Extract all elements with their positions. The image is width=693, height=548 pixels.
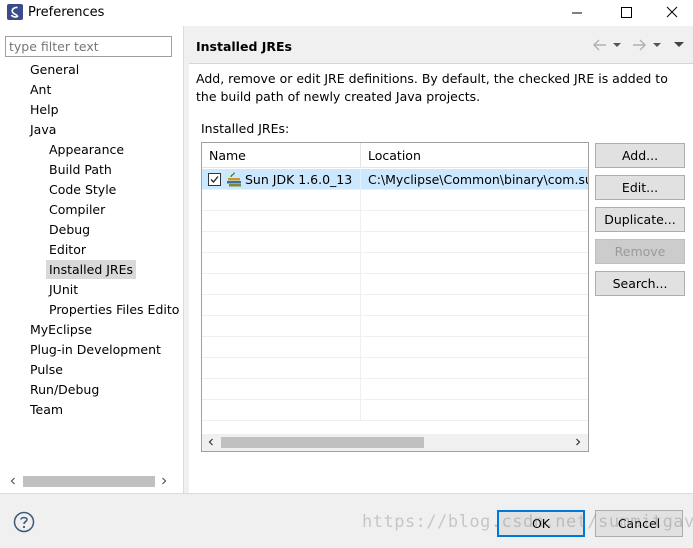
maximize-icon[interactable] bbox=[603, 0, 649, 26]
sidebar-item-code-style[interactable]: Code Style bbox=[46, 180, 119, 199]
sidebar-item-compiler[interactable]: Compiler bbox=[46, 200, 108, 219]
help-icon[interactable] bbox=[13, 511, 35, 533]
back-arrow-icon[interactable] bbox=[592, 38, 608, 52]
dialog-button-bar: OK Cancel https://blog.csdn.net/summitga… bbox=[0, 493, 693, 548]
column-header-location[interactable]: Location bbox=[361, 143, 588, 168]
sidebar-item-general[interactable]: General bbox=[27, 60, 82, 79]
jre-name: Sun JDK 1.6.0_13 bbox=[245, 172, 353, 187]
table-horizontal-scrollbar[interactable] bbox=[202, 434, 588, 451]
remove-button[interactable]: Remove bbox=[595, 239, 685, 264]
empty-row bbox=[202, 232, 588, 253]
sidebar-item-properties-files-edito[interactable]: Properties Files Edito bbox=[46, 300, 182, 319]
sidebar-item-run-debug[interactable]: Run/Debug bbox=[27, 380, 102, 399]
jre-library-icon bbox=[227, 172, 241, 187]
empty-row bbox=[202, 358, 588, 379]
empty-row bbox=[202, 337, 588, 358]
filter-input[interactable] bbox=[5, 36, 172, 57]
sidebar-item-team[interactable]: Team bbox=[27, 400, 66, 419]
watermark: https://blog.csdn.net/summitgava bbox=[362, 512, 693, 532]
column-separator bbox=[360, 169, 361, 190]
scroll-left-icon[interactable] bbox=[205, 436, 217, 448]
empty-row bbox=[202, 211, 588, 232]
checkmark-icon bbox=[210, 176, 219, 183]
table-row[interactable]: Sun JDK 1.6.0_13 C:\Myclipse\Common\bina… bbox=[202, 169, 588, 190]
sidebar-item-build-path[interactable]: Build Path bbox=[46, 160, 115, 179]
installed-jres-label: Installed JREs: bbox=[201, 121, 290, 136]
search-button[interactable]: Search... bbox=[595, 271, 685, 296]
sidebar-item-editor[interactable]: Editor bbox=[46, 240, 89, 259]
empty-row bbox=[202, 400, 588, 421]
sidebar-item-appearance[interactable]: Appearance bbox=[46, 140, 127, 159]
page-title: Installed JREs bbox=[196, 39, 293, 54]
back-dropdown-icon[interactable] bbox=[612, 38, 622, 52]
close-icon[interactable] bbox=[649, 0, 693, 26]
empty-row bbox=[202, 379, 588, 400]
sidebar-item-debug[interactable]: Debug bbox=[46, 220, 93, 239]
sidebar-item-installed-jres[interactable]: Installed JREs bbox=[46, 260, 137, 279]
preference-page: Installed JREs Add, remove or edit JRE d… bbox=[189, 26, 693, 493]
view-menu-icon[interactable] bbox=[673, 38, 685, 52]
sidebar-item-help[interactable]: Help bbox=[27, 100, 62, 119]
empty-row bbox=[202, 253, 588, 274]
scroll-left-icon[interactable] bbox=[7, 475, 19, 487]
forward-dropdown-icon[interactable] bbox=[652, 38, 662, 52]
window-title: Preferences bbox=[28, 5, 105, 20]
scroll-right-icon[interactable] bbox=[572, 436, 584, 448]
forward-arrow-icon[interactable] bbox=[631, 38, 647, 52]
add-button[interactable]: Add... bbox=[595, 143, 685, 168]
duplicate-button[interactable]: Duplicate... bbox=[595, 207, 685, 232]
title-bar: Preferences bbox=[0, 0, 693, 26]
empty-row bbox=[202, 190, 588, 211]
empty-row bbox=[202, 295, 588, 316]
scrollbar-thumb[interactable] bbox=[221, 437, 424, 448]
empty-row bbox=[202, 316, 588, 337]
jre-checkbox[interactable] bbox=[208, 173, 221, 186]
page-description: Add, remove or edit JRE definitions. By … bbox=[196, 71, 668, 104]
sidebar-item-plug-in-development[interactable]: Plug-in Development bbox=[27, 340, 164, 359]
minimize-icon[interactable] bbox=[553, 0, 599, 26]
edit-button[interactable]: Edit... bbox=[595, 175, 685, 200]
preferences-navigation: GeneralAntHelpJavaAppearanceBuild PathCo… bbox=[0, 26, 183, 493]
sidebar-item-myeclipse[interactable]: MyEclipse bbox=[27, 320, 95, 339]
sidebar-item-java[interactable]: Java bbox=[27, 120, 59, 139]
scroll-right-icon[interactable] bbox=[158, 475, 170, 487]
eclipse-app-icon bbox=[7, 4, 23, 20]
sidebar-item-junit[interactable]: JUnit bbox=[46, 280, 81, 299]
tree-horizontal-scrollbar[interactable] bbox=[5, 473, 172, 490]
jre-location: C:\Myclipse\Common\binary\com.sun bbox=[368, 172, 588, 187]
scrollbar-thumb[interactable] bbox=[23, 476, 155, 487]
page-header: Installed JREs bbox=[189, 26, 693, 64]
column-header-name[interactable]: Name bbox=[202, 143, 361, 168]
sidebar-item-ant[interactable]: Ant bbox=[27, 80, 54, 99]
installed-jres-table[interactable]: Name Location Sun JDK 1.6.0_13 C:\Myclip… bbox=[201, 142, 589, 452]
sidebar-item-pulse[interactable]: Pulse bbox=[27, 360, 66, 379]
empty-row bbox=[202, 274, 588, 295]
